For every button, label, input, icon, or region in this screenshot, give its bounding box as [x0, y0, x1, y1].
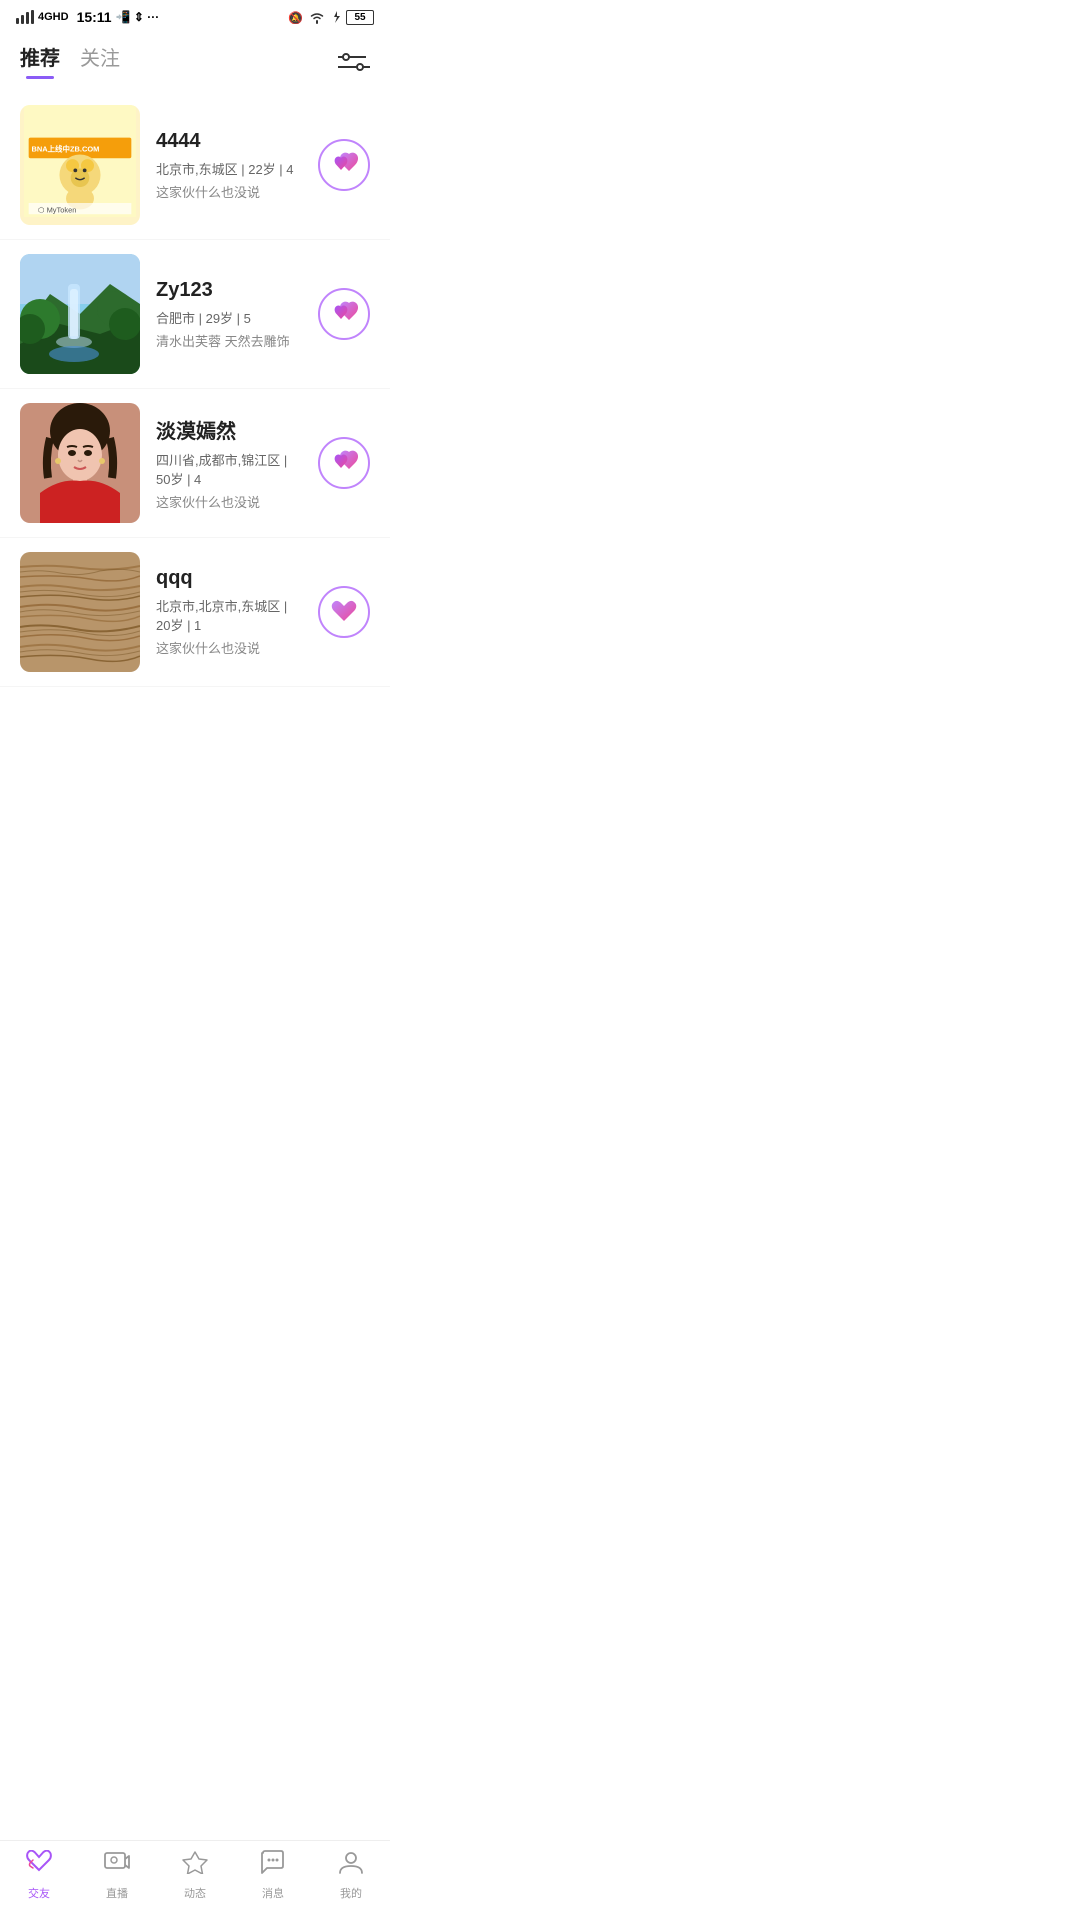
heart-double-icon: [329, 450, 359, 476]
tab-recommend[interactable]: 推荐: [20, 42, 60, 79]
battery-indicator: 55: [346, 10, 374, 25]
signal-icon: [16, 10, 34, 24]
user-bio: 清水出芙蓉 天然去雕饰: [156, 331, 302, 350]
bottom-nav: 交友 直播 动态 消息: [0, 1840, 390, 1920]
user-meta: 北京市,北京市,东城区 | 20岁 | 1: [156, 596, 302, 634]
user-info: qqq 北京市,北京市,东城区 | 20岁 | 1 这家伙什么也没说: [156, 567, 302, 657]
charging-icon: [330, 10, 342, 24]
user-info: 4444 北京市,东城区 | 22岁 | 4 这家伙什么也没说: [156, 130, 302, 201]
heart-icon: [330, 600, 358, 624]
nav-item-xiaoxi[interactable]: 消息: [243, 1850, 303, 1901]
user-name: 4444: [156, 130, 302, 153]
header: 推荐 关注: [0, 32, 390, 79]
user-info: 淡漠嫣然 四川省,成都市,锦江区 | 50岁 | 4 这家伙什么也没说: [156, 415, 302, 511]
user-info: Zy123 合肥市 | 29岁 | 5 清水出芙蓉 天然去雕饰: [156, 279, 302, 350]
status-time: 15:11: [77, 9, 112, 25]
user-list: BNA上线中ZB.COM ⬡ MyToken 4444 北京市,东城区 |: [0, 79, 390, 699]
user-name: qqq: [156, 567, 302, 590]
mute-icon: 🔕: [288, 10, 304, 24]
avatar: [20, 254, 140, 374]
list-item[interactable]: Zy123 合肥市 | 29岁 | 5 清水出芙蓉 天然去雕饰: [0, 240, 390, 389]
user-meta: 合肥市 | 29岁 | 5: [156, 308, 302, 327]
user-meta: 北京市,东城区 | 22岁 | 4: [156, 159, 302, 178]
svg-text:BNA上线中ZB.COM: BNA上线中ZB.COM: [31, 144, 99, 154]
dongtai-icon: [181, 1850, 209, 1881]
like-button[interactable]: [318, 288, 370, 340]
like-button[interactable]: [318, 139, 370, 191]
user-meta: 四川省,成都市,锦江区 | 50岁 | 4: [156, 450, 302, 488]
tab-follow[interactable]: 关注: [80, 42, 120, 79]
nav-item-jiaoyou[interactable]: 交友: [9, 1850, 69, 1901]
nav-label-xiaoxi: 消息: [262, 1885, 284, 1901]
avatar: BNA上线中ZB.COM ⬡ MyToken: [20, 105, 140, 225]
user-bio: 这家伙什么也没说: [156, 638, 302, 657]
heart-double-icon: [329, 301, 359, 327]
avatar: [20, 403, 140, 523]
xiaoxi-icon: [259, 1850, 287, 1881]
avatar: [20, 552, 140, 672]
network-type: 4GHD: [38, 11, 69, 23]
like-button[interactable]: [318, 586, 370, 638]
status-left: 4GHD 15:11 📲 ⇕ ···: [16, 9, 159, 25]
wifi-icon: [308, 10, 326, 24]
status-right: 🔕 55: [288, 10, 374, 25]
heart-double-icon: [329, 152, 359, 178]
nav-item-zhibo[interactable]: 直播: [87, 1850, 147, 1901]
tabs: 推荐 关注: [20, 42, 120, 79]
status-bar: 4GHD 15:11 📲 ⇕ ··· 🔕 55: [0, 0, 390, 32]
nav-label-zhibo: 直播: [106, 1885, 128, 1901]
jiaoyou-icon: [25, 1850, 53, 1881]
user-name: 淡漠嫣然: [156, 415, 302, 444]
svg-text:⬡ MyToken: ⬡ MyToken: [38, 205, 76, 214]
wode-icon: [337, 1850, 365, 1881]
list-item[interactable]: BNA上线中ZB.COM ⬡ MyToken 4444 北京市,东城区 |: [0, 91, 390, 240]
zhibo-icon: [103, 1850, 131, 1881]
list-item[interactable]: 淡漠嫣然 四川省,成都市,锦江区 | 50岁 | 4 这家伙什么也没说: [0, 389, 390, 538]
list-item[interactable]: qqq 北京市,北京市,东城区 | 20岁 | 1 这家伙什么也没说: [0, 538, 390, 687]
like-button[interactable]: [318, 437, 370, 489]
nav-item-dongtai[interactable]: 动态: [165, 1850, 225, 1901]
filter-button[interactable]: [338, 49, 370, 73]
nav-item-wode[interactable]: 我的: [321, 1850, 381, 1901]
user-bio: 这家伙什么也没说: [156, 492, 302, 511]
svg-text:🔕: 🔕: [288, 11, 303, 24]
header-right: [338, 49, 370, 73]
nav-label-dongtai: 动态: [184, 1885, 206, 1901]
extra-icons: 📲 ⇕ ···: [116, 10, 160, 24]
nav-label-wode: 我的: [340, 1885, 362, 1901]
user-bio: 这家伙什么也没说: [156, 182, 302, 201]
user-name: Zy123: [156, 279, 302, 302]
nav-label-jiaoyou: 交友: [28, 1885, 50, 1901]
